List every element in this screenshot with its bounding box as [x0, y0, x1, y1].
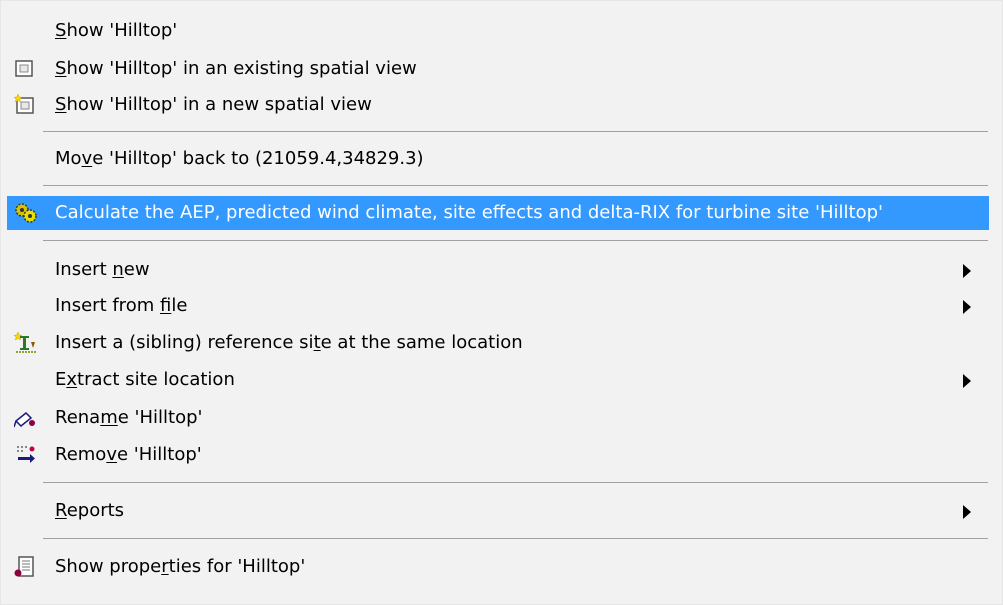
submenu-arrow-icon [963, 374, 971, 388]
menu-item-insert-reference-site[interactable]: Insert a (sibling) reference site at the… [7, 326, 989, 360]
submenu-arrow-icon [963, 300, 971, 314]
menu-item-label: Show 'Hilltop' in an existing spatial vi… [55, 58, 417, 79]
rename-icon [14, 407, 38, 429]
menu-item-label: Calculate the AEP, predicted wind climat… [55, 202, 883, 223]
menu-item-label: Insert new [55, 259, 150, 280]
menu-item-extract-site-location[interactable]: Extract site location [7, 363, 989, 397]
calculate-gears-icon [14, 202, 38, 224]
menu-item-label: Remove 'Hilltop' [55, 444, 202, 465]
menu-item-label: Rename 'Hilltop' [55, 407, 203, 428]
menu-item-label: Show 'Hilltop' [55, 20, 178, 41]
menu-item-label: Show properties for 'Hilltop' [55, 556, 306, 577]
menu-item-show-new-spatial-view[interactable]: Show 'Hilltop' in a new spatial view [7, 88, 989, 122]
menu-separator [43, 482, 988, 483]
menu-item-reports[interactable]: Reports [7, 494, 989, 528]
menu-separator [43, 538, 988, 539]
menu-item-rename[interactable]: Rename 'Hilltop' [7, 401, 989, 435]
spatial-view-icon [14, 58, 38, 80]
menu-item-show-existing-spatial-view[interactable]: Show 'Hilltop' in an existing spatial vi… [7, 52, 989, 86]
menu-item-show[interactable]: Show 'Hilltop' [7, 14, 989, 48]
menu-item-label: Extract site location [55, 369, 235, 390]
remove-icon [14, 444, 38, 466]
menu-separator [43, 131, 988, 132]
menu-item-label: Insert a (sibling) reference site at the… [55, 332, 523, 353]
menu-item-remove[interactable]: Remove 'Hilltop' [7, 438, 989, 472]
menu-item-move-back[interactable]: Move 'Hilltop' back to (21059.4,34829.3) [7, 142, 989, 176]
properties-icon [14, 556, 38, 578]
submenu-arrow-icon [963, 505, 971, 519]
menu-item-label: Insert from file [55, 295, 188, 316]
menu-item-calculate[interactable]: Calculate the AEP, predicted wind climat… [7, 196, 989, 230]
menu-item-insert-new[interactable]: Insert new [7, 253, 989, 287]
menu-separator [43, 240, 988, 241]
menu-item-label: Move 'Hilltop' back to (21059.4,34829.3) [55, 148, 424, 169]
insert-reference-site-icon [14, 332, 38, 354]
menu-separator [43, 185, 988, 186]
menu-item-label: Show 'Hilltop' in a new spatial view [55, 94, 372, 115]
submenu-arrow-icon [963, 264, 971, 278]
menu-item-label: Reports [55, 500, 125, 521]
menu-item-show-properties[interactable]: Show properties for 'Hilltop' [7, 550, 989, 584]
menu-item-insert-from-file[interactable]: Insert from file [7, 289, 989, 323]
new-spatial-view-icon [14, 94, 38, 116]
context-menu: Show 'Hilltop' Show 'Hilltop' in an exis… [0, 0, 1003, 605]
